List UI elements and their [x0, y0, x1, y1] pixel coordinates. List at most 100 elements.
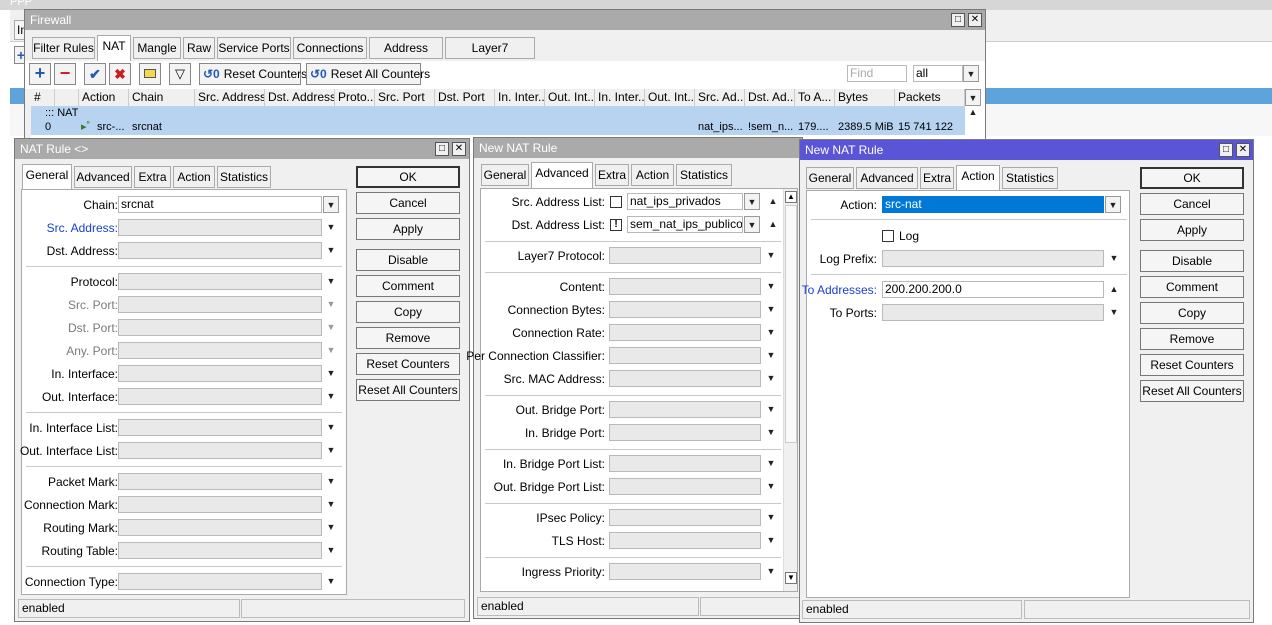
src-port-field[interactable]	[118, 296, 322, 313]
col-in-interface-list[interactable]: In. Inter...	[595, 89, 645, 106]
protocol-field[interactable]	[118, 273, 322, 290]
col-in-interface[interactable]: In. Inter...	[495, 89, 545, 106]
tab-advanced[interactable]: Advanced	[531, 162, 593, 188]
apply-button[interactable]: Apply	[1140, 219, 1244, 241]
tab-extra[interactable]: Extra	[920, 167, 954, 189]
in-interface-list-dropdown-icon[interactable]: ▼	[323, 419, 339, 436]
any-port-field[interactable]	[118, 342, 322, 359]
in-bridge-port-list-field[interactable]	[609, 455, 761, 472]
dst-address-list-field[interactable]: sem_nat_ips_publicos	[627, 216, 743, 233]
tab-connections[interactable]: Connections	[293, 37, 367, 59]
dst-address-list-dropdown-icon[interactable]: ▼	[744, 216, 760, 233]
filter-button[interactable]: ▽	[169, 63, 191, 85]
connection-mark-dropdown-icon[interactable]: ▼	[323, 496, 339, 513]
tab-raw[interactable]: Raw	[183, 37, 215, 59]
connection-bytes-field[interactable]	[609, 301, 761, 318]
connection-type-dropdown-icon[interactable]: ▼	[323, 573, 339, 590]
out-bridge-port-list-dropdown-icon[interactable]: ▼	[763, 478, 779, 495]
col-out-interface[interactable]: Out. Int...	[545, 89, 595, 106]
src-address-list-collapse-icon[interactable]: ▲	[765, 193, 781, 210]
add-button[interactable]: +	[29, 63, 51, 85]
tab-action[interactable]: Action	[631, 164, 674, 186]
reset-counters-button[interactable]: Reset Counters	[356, 353, 460, 375]
col-protocol[interactable]: Proto...	[335, 89, 375, 106]
comment-button[interactable]	[139, 63, 161, 85]
reset-counters-button[interactable]: Reset Counters	[1140, 354, 1244, 376]
maximize-button[interactable]: □	[1219, 143, 1233, 157]
tab-statistics[interactable]: Statistics	[1002, 167, 1058, 189]
cancel-button[interactable]: Cancel	[356, 192, 460, 214]
enable-button[interactable]: ✔	[84, 63, 106, 85]
tab-advanced[interactable]: Advanced	[74, 166, 132, 188]
col-dst-port[interactable]: Dst. Port	[435, 89, 495, 106]
ipsec-policy-field[interactable]	[609, 509, 761, 526]
col-action[interactable]: Action	[79, 89, 129, 106]
cancel-button[interactable]: Cancel	[1140, 193, 1244, 215]
tls-host-dropdown-icon[interactable]: ▼	[763, 532, 779, 549]
col-out-interface-list[interactable]: Out. Int...	[645, 89, 695, 106]
col-src-address[interactable]: Src. Address	[195, 89, 265, 106]
filter-select[interactable]: all	[913, 65, 963, 82]
routing-mark-field[interactable]	[118, 519, 322, 536]
to-ports-field[interactable]	[882, 304, 1104, 321]
protocol-dropdown-icon[interactable]: ▼	[323, 273, 339, 290]
any-port-dropdown-icon[interactable]: ▼	[323, 342, 339, 359]
reset-all-counters-button[interactable]: Reset All Counters	[356, 379, 460, 401]
routing-table-dropdown-icon[interactable]: ▼	[323, 542, 339, 559]
filter-dropdown-icon[interactable]: ▼	[963, 65, 979, 82]
out-bridge-port-dropdown-icon[interactable]: ▼	[763, 401, 779, 418]
log-prefix-field[interactable]	[882, 250, 1104, 267]
ingress-priority-field[interactable]	[609, 563, 761, 580]
disable-button[interactable]: Disable	[356, 249, 460, 271]
close-button[interactable]: ✕	[968, 13, 982, 27]
tab-general[interactable]: General	[806, 167, 854, 189]
ipsec-policy-dropdown-icon[interactable]: ▼	[763, 509, 779, 526]
src-address-dropdown-icon[interactable]: ▼	[323, 219, 339, 236]
connection-rate-field[interactable]	[609, 324, 761, 341]
to-addresses-collapse-icon[interactable]: ▲	[1106, 281, 1122, 298]
scroll-up-icon[interactable]: ▲	[965, 104, 981, 121]
tab-action[interactable]: Action	[956, 165, 1000, 191]
log-prefix-dropdown-icon[interactable]: ▼	[1106, 250, 1122, 267]
scroll-down-icon[interactable]: ▼	[785, 572, 797, 584]
to-addresses-field[interactable]: 200.200.200.0	[882, 281, 1104, 298]
disable-button[interactable]: ✖	[109, 63, 131, 85]
in-bridge-port-dropdown-icon[interactable]: ▼	[763, 424, 779, 441]
out-interface-field[interactable]	[118, 388, 322, 405]
routing-table-field[interactable]	[118, 542, 322, 559]
src-mac-address-field[interactable]	[609, 370, 761, 387]
to-ports-dropdown-icon[interactable]: ▼	[1106, 304, 1122, 321]
content-dropdown-icon[interactable]: ▼	[763, 278, 779, 295]
connection-rate-dropdown-icon[interactable]: ▼	[763, 324, 779, 341]
reset-all-counters-button[interactable]: ↺0 Reset All Counters	[306, 63, 430, 85]
tab-mangle[interactable]: Mangle	[133, 37, 181, 59]
dst-address-field[interactable]	[118, 242, 322, 259]
maximize-button[interactable]: □	[951, 13, 965, 27]
tab-advanced[interactable]: Advanced	[856, 167, 918, 189]
tls-host-field[interactable]	[609, 532, 761, 549]
table-row[interactable]: 0 ▸˚ src-... srcnat nat_ips... !sem_n...…	[31, 120, 965, 135]
remove-button[interactable]: Remove	[1140, 328, 1244, 350]
tab-address-lists[interactable]: Address Lists	[369, 37, 443, 75]
out-interface-dropdown-icon[interactable]: ▼	[323, 388, 339, 405]
dst-port-field[interactable]	[118, 319, 322, 336]
close-button[interactable]: ✕	[452, 142, 466, 156]
log-checkbox[interactable]	[882, 230, 894, 242]
tab-action[interactable]: Action	[173, 166, 215, 188]
tab-nat[interactable]: NAT	[97, 35, 131, 61]
in-interface-list-field[interactable]	[118, 419, 322, 436]
chain-field[interactable]: srcnat	[118, 196, 322, 213]
col-src-address-list[interactable]: Src. Ad...	[695, 89, 745, 106]
packet-mark-field[interactable]	[118, 473, 322, 490]
tab-service-ports[interactable]: Service Ports	[217, 37, 291, 59]
out-interface-list-dropdown-icon[interactable]: ▼	[323, 442, 339, 459]
connection-bytes-dropdown-icon[interactable]: ▼	[763, 301, 779, 318]
out-interface-list-field[interactable]	[118, 442, 322, 459]
col-dst-address-list[interactable]: Dst. Ad...	[745, 89, 795, 106]
copy-button[interactable]: Copy	[1140, 302, 1244, 324]
col-num[interactable]: #	[31, 89, 55, 106]
reset-all-counters-button[interactable]: Reset All Counters	[1140, 380, 1244, 402]
tab-filter-rules[interactable]: Filter Rules	[32, 37, 95, 59]
scroll-up-icon[interactable]: ▲	[785, 191, 797, 203]
per-connection-classifier-dropdown-icon[interactable]: ▼	[763, 347, 779, 364]
